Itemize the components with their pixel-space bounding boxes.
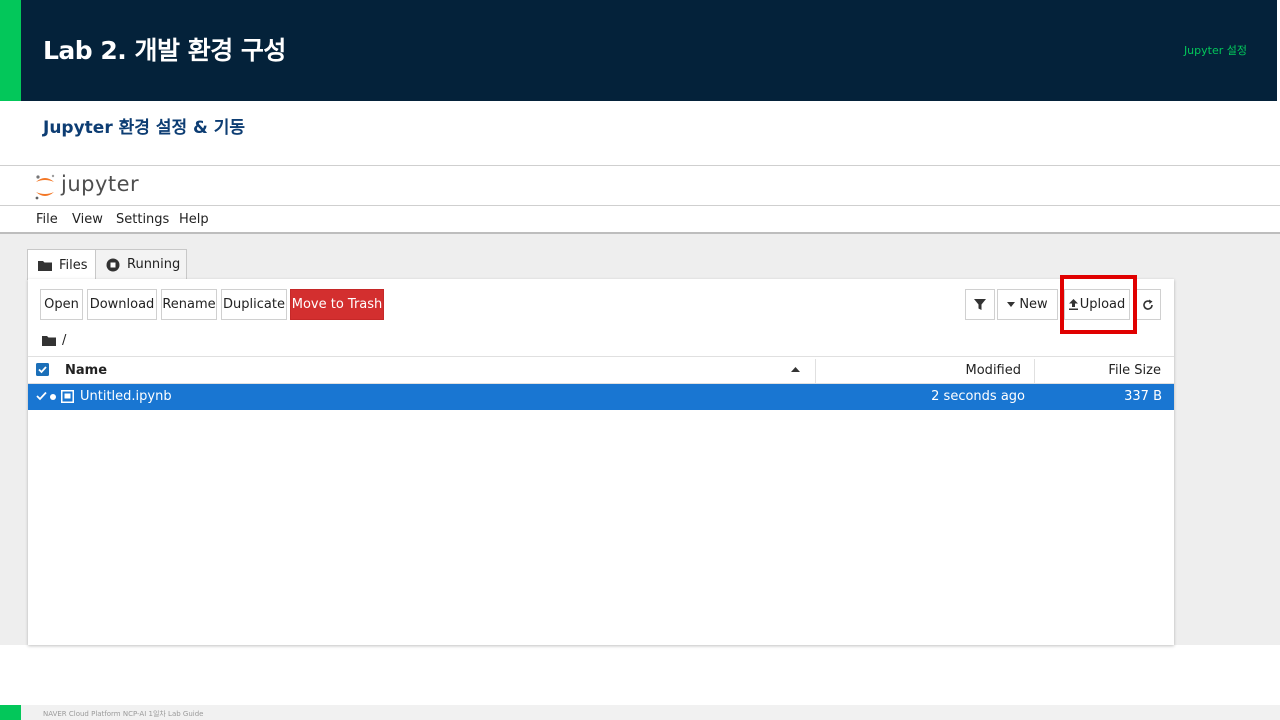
tab-files-label: Files [59, 257, 88, 273]
refresh-icon [1142, 299, 1154, 311]
folder-icon [42, 335, 56, 346]
menu-view[interactable]: View [72, 212, 103, 227]
caret-down-icon [1007, 302, 1016, 307]
menu-settings[interactable]: Settings [116, 212, 169, 227]
stop-circle-icon [106, 258, 120, 272]
download-button[interactable]: Download [87, 289, 157, 320]
slide-subtitle: Jupyter 환경 설정 & 기동 [43, 118, 246, 138]
jupyter-logo-text[interactable]: jupyter [61, 172, 139, 196]
filter-icon [974, 298, 986, 311]
running-indicator-icon [50, 394, 56, 400]
duplicate-button[interactable]: Duplicate [221, 289, 287, 320]
breadcrumb[interactable]: / [42, 333, 66, 348]
file-name[interactable]: Untitled.ipynb [80, 389, 172, 404]
tab-running[interactable]: Running [95, 249, 187, 280]
menu-bar: File View Settings Help [0, 206, 1280, 234]
rename-button[interactable]: Rename [161, 289, 217, 320]
open-button[interactable]: Open [40, 289, 83, 320]
footer-green-bar [0, 705, 21, 720]
jupyter-window: jupyter File View Settings Help Files Ru… [0, 165, 1280, 645]
sort-up-icon[interactable] [791, 367, 800, 372]
notebook-icon [61, 390, 74, 403]
new-button[interactable]: New [997, 289, 1058, 320]
column-divider [1034, 359, 1035, 383]
column-modified[interactable]: Modified [966, 363, 1021, 378]
file-list-header: Name Modified File Size [28, 356, 1174, 384]
file-row[interactable]: Untitled.ipynb 2 seconds ago 337 B [28, 384, 1174, 410]
tab-running-label: Running [127, 257, 181, 272]
new-button-label: New [1019, 297, 1048, 312]
jupyter-topbar: jupyter [0, 165, 1280, 206]
folder-icon [38, 260, 52, 271]
section-label: Jupyter 설정 [1183, 44, 1247, 57]
upload-highlight-box [1060, 275, 1137, 334]
file-browser-panel: Open Download Rename Duplicate Move to T… [28, 275, 1174, 645]
menu-file[interactable]: File [36, 212, 58, 227]
breadcrumb-path[interactable]: / [62, 333, 66, 348]
file-size: 337 B [1124, 389, 1162, 404]
green-accent-bar [0, 0, 21, 101]
jupyter-logo-icon[interactable] [33, 173, 57, 201]
slide: Lab 2. 개발 환경 구성 Jupyter 설정 Jupyter 환경 설정… [0, 0, 1280, 720]
select-all-checkbox[interactable] [36, 363, 49, 376]
footer-text: NAVER Cloud Platform NCP-AI 1일차 Lab Guid… [43, 710, 204, 718]
filter-button[interactable] [965, 289, 995, 320]
column-name[interactable]: Name [65, 363, 107, 378]
tab-files[interactable]: Files [27, 249, 96, 280]
slide-title: Lab 2. 개발 환경 구성 [43, 36, 286, 65]
move-to-trash-button[interactable]: Move to Trash [290, 289, 384, 320]
file-modified: 2 seconds ago [931, 389, 1025, 404]
check-icon [36, 391, 47, 401]
column-file-size[interactable]: File Size [1108, 363, 1161, 378]
column-divider [815, 359, 816, 383]
menu-help[interactable]: Help [179, 212, 209, 227]
refresh-button[interactable] [1134, 289, 1161, 320]
